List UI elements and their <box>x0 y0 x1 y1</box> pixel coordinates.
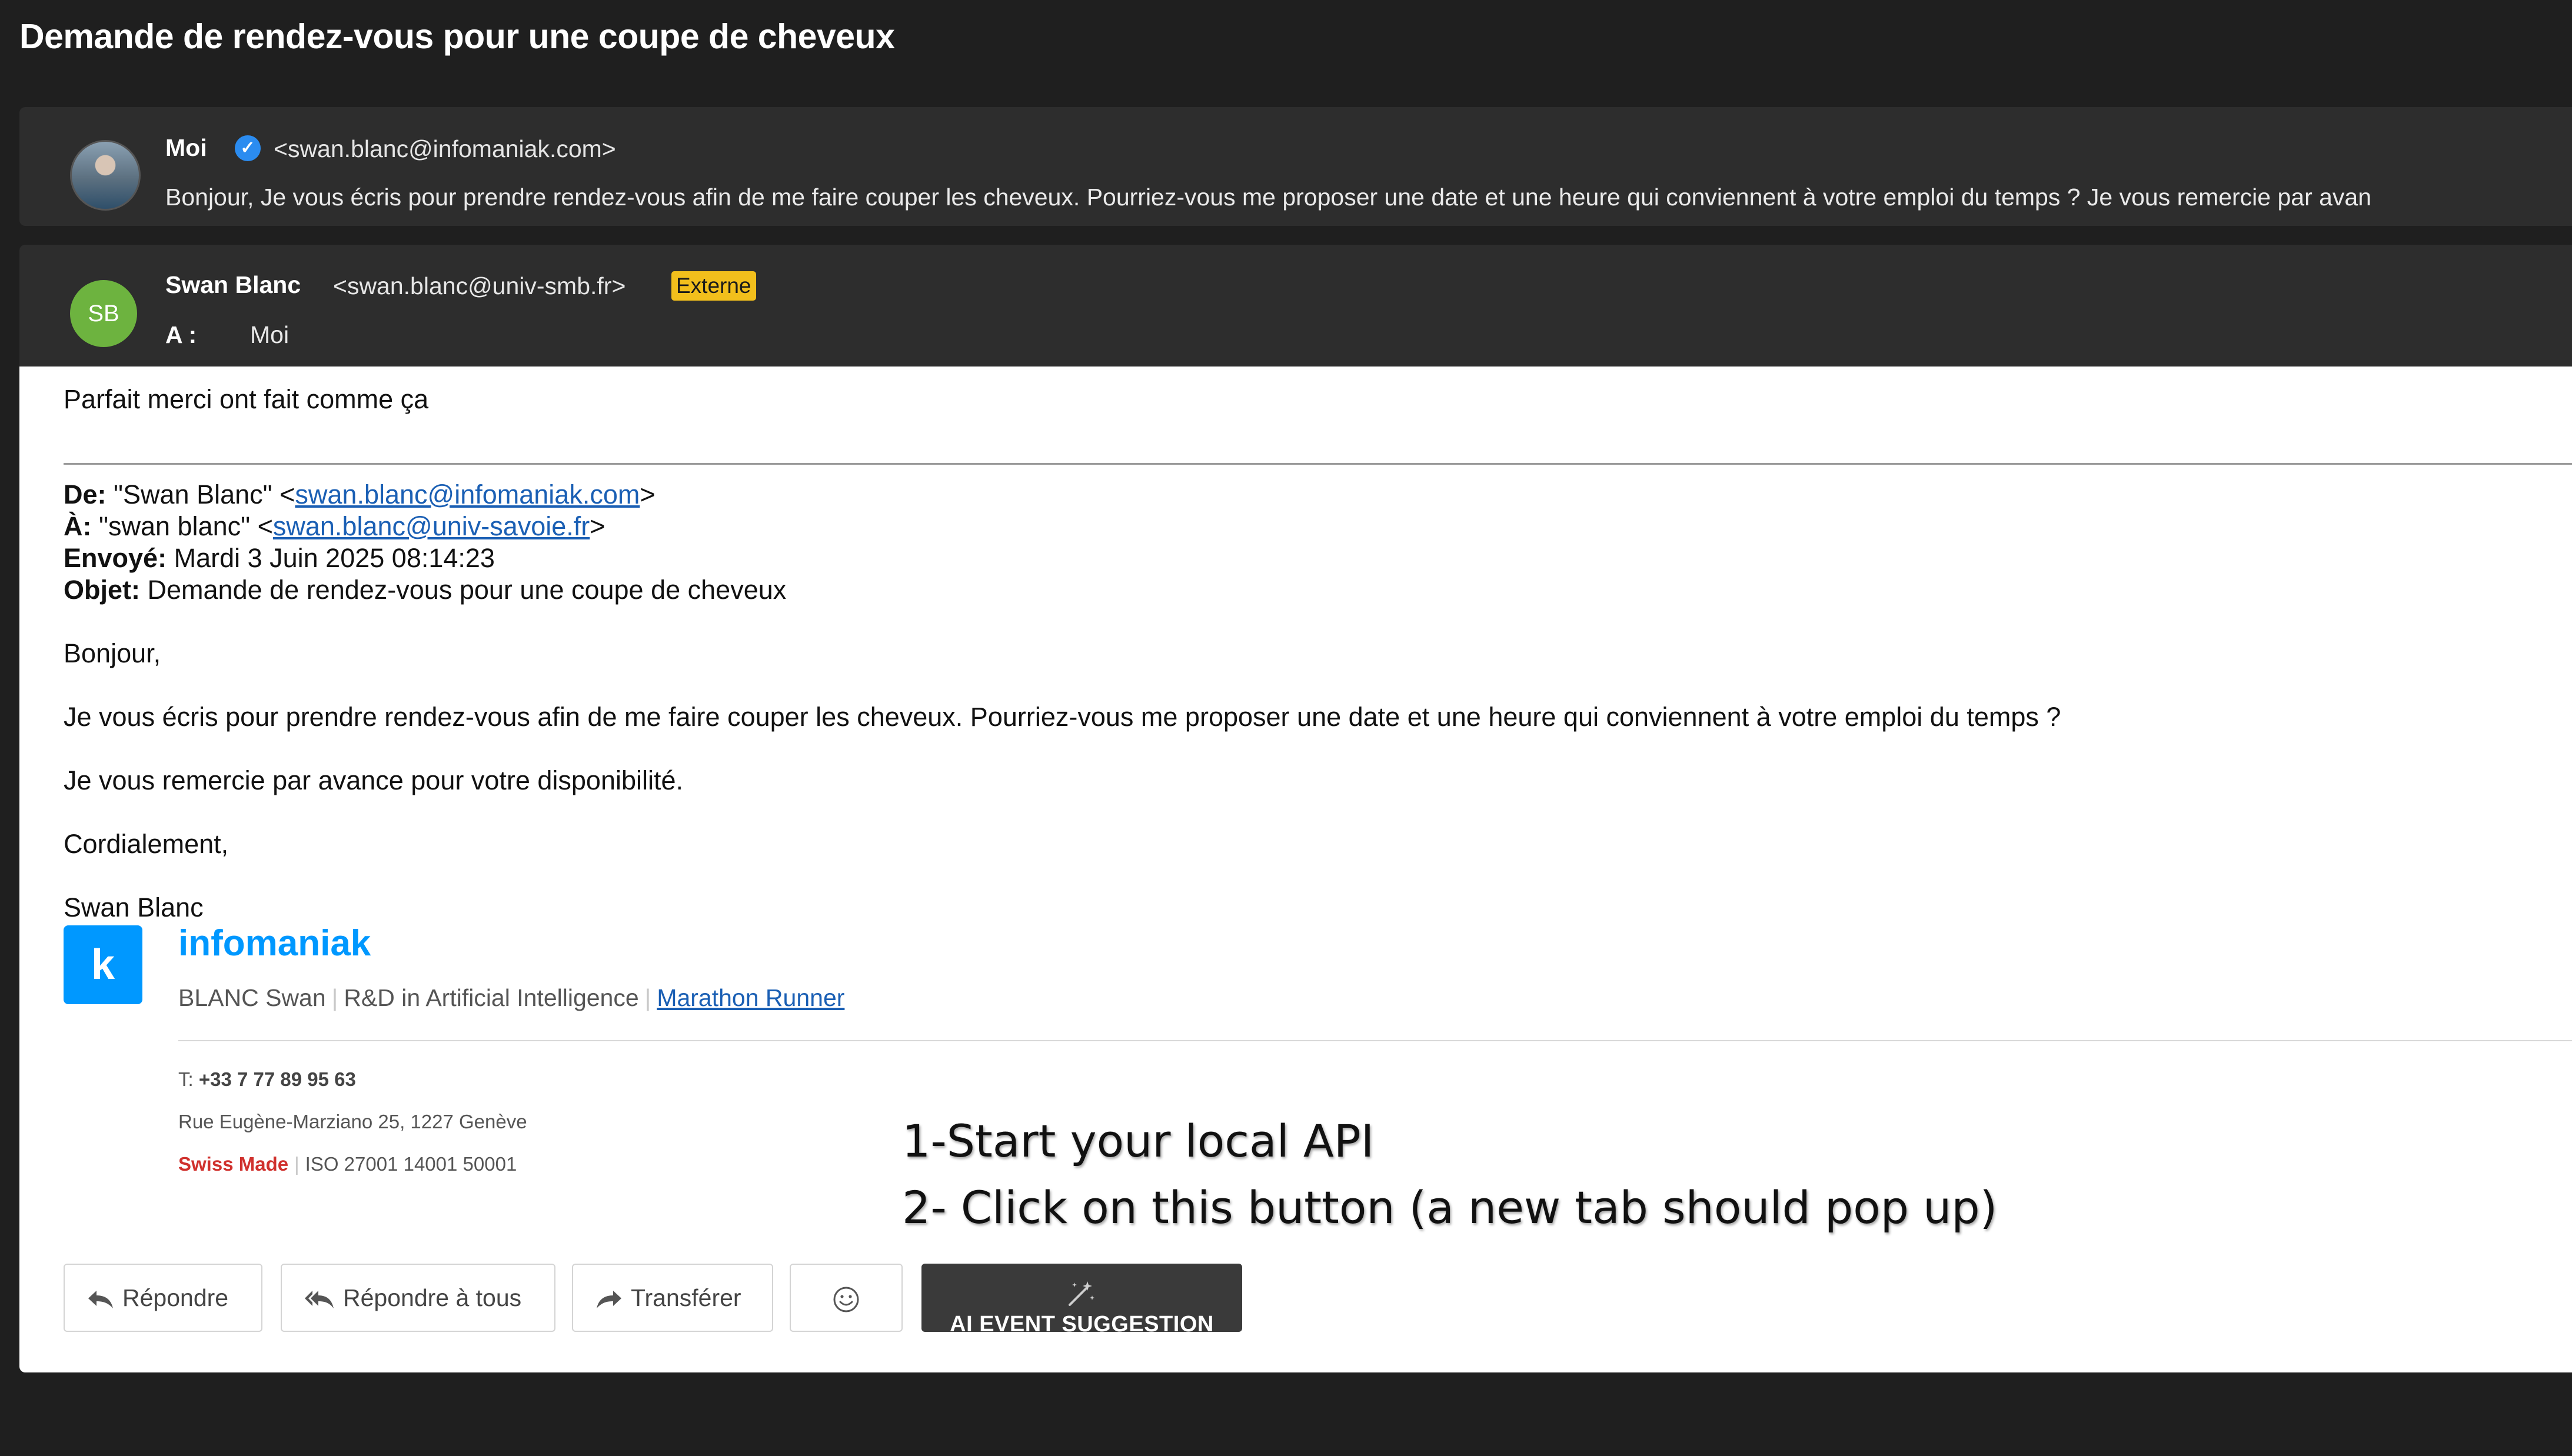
signature-name: Swan Blanc <box>64 892 204 922</box>
recipient-name[interactable]: Moi <box>250 321 289 349</box>
recipient-label: A : <box>165 321 197 348</box>
brand-name: infomaniak <box>178 923 371 964</box>
paragraph: Je vous écris pour prendre rendez-vous a… <box>64 702 2061 732</box>
message-preview: Bonjour, Je vous écris pour prendre rend… <box>165 184 2372 211</box>
annotation-step-1: 1-Start your local API <box>902 1115 1375 1167</box>
avatar <box>70 140 141 211</box>
to-label: À: <box>64 511 92 541</box>
subject-label: Objet: <box>64 575 140 605</box>
signature-certifications: Swiss Made | ISO 27001 14001 50001 <box>178 1153 517 1175</box>
reply-all-button[interactable]: Répondre à tous <box>281 1264 555 1332</box>
quoted-from-line: De: "Swan Blanc" <swan.blanc@infomaniak.… <box>64 479 656 510</box>
paragraph: Je vous remercie par avance pour votre d… <box>64 765 684 795</box>
signature-role-line: BLANC Swan | R&D in Artificial Intelligenc… <box>178 984 845 1011</box>
reply-all-label: Répondre à tous <box>343 1284 522 1311</box>
signature-role: R&D in Artificial Intelligence <box>344 984 639 1011</box>
reply-label: Répondre <box>122 1284 229 1311</box>
annotation-step-2: 2- Click on this button (a new tab shoul… <box>902 1181 1998 1234</box>
from-name: "Swan Blanc" < <box>114 479 295 509</box>
forward-arrow-icon <box>595 1290 623 1310</box>
from-email-link[interactable]: swan.blanc@infomaniak.com <box>295 479 640 509</box>
reply-all-arrow-icon <box>304 1290 335 1310</box>
quote-divider <box>64 463 2572 465</box>
greeting: Bonjour, <box>64 638 161 668</box>
magic-wand-icon <box>1066 1279 1097 1310</box>
to-close: > <box>590 511 605 541</box>
collapsed-message[interactable]: Moi ✓ <swan.blanc@infomaniak.com> Bonjou… <box>19 107 2572 226</box>
reply-text: Parfait merci ont fait comme ça <box>64 384 429 414</box>
phone-label: T: <box>178 1068 194 1090</box>
reply-arrow-icon <box>87 1290 114 1310</box>
forward-label: Transférer <box>631 1284 741 1311</box>
sender-email: <swan.blanc@infomaniak.com> <box>274 135 616 162</box>
to-name: "swan blanc" < <box>99 511 273 541</box>
marathon-runner-link[interactable]: Marathon Runner <box>657 984 844 1011</box>
message-body: Parfait merci ont fait comme ça De: "Swa… <box>19 367 2572 1372</box>
smiley-face-icon <box>833 1286 860 1313</box>
emoji-button[interactable] <box>790 1264 903 1332</box>
sent-label: Envoyé: <box>64 543 167 573</box>
signature-phone: T: +33 7 77 89 95 63 <box>178 1068 356 1091</box>
avatar: SB <box>70 280 137 347</box>
quoted-to-line: À: "swan blanc" <swan.blanc@univ-savoie.… <box>64 511 605 542</box>
subject-value: Demande de rendez-vous pour une coupe de… <box>147 575 787 605</box>
signature-divider <box>178 1040 2572 1041</box>
email-subject: Demande de rendez-vous pour une coupe de… <box>19 17 895 56</box>
verified-check-icon: ✓ <box>235 135 261 161</box>
phone-number: +33 7 77 89 95 63 <box>198 1068 356 1090</box>
from-close: > <box>640 479 656 509</box>
ai-event-suggestion-button[interactable]: AI EVENT SUGGESTION <box>921 1264 1242 1332</box>
open-message-header: SB Swan Blanc <swan.blanc@univ-smb.fr> E… <box>19 245 2572 367</box>
quoted-sent-line: Envoyé: Mardi 3 Juin 2025 08:14:23 <box>64 543 495 574</box>
iso-label: ISO 27001 14001 50001 <box>305 1153 517 1175</box>
infomaniak-logo: k <box>64 925 142 1004</box>
from-label: De: <box>64 479 107 509</box>
signature-person: BLANC Swan <box>178 984 326 1011</box>
closing: Cordialement, <box>64 829 229 859</box>
quoted-subject-line: Objet: Demande de rendez-vous pour une c… <box>64 575 786 605</box>
ai-event-suggestion-label: AI EVENT SUGGESTION <box>950 1312 1214 1332</box>
sender-email[interactable]: <swan.blanc@univ-smb.fr> <box>333 272 625 300</box>
to-email-link[interactable]: swan.blanc@univ-savoie.fr <box>273 511 590 541</box>
sender-name[interactable]: Swan Blanc <box>165 271 301 299</box>
signature-address: Rue Eugène-Marziano 25, 1227 Genève <box>178 1111 527 1132</box>
swiss-made-label: Swiss Made <box>178 1153 289 1175</box>
reply-button[interactable]: Répondre <box>64 1264 262 1332</box>
sender-name: Moi <box>165 134 207 161</box>
forward-button[interactable]: Transférer <box>572 1264 773 1332</box>
external-badge: Externe <box>671 271 756 301</box>
sent-value: Mardi 3 Juin 2025 08:14:23 <box>174 543 495 573</box>
